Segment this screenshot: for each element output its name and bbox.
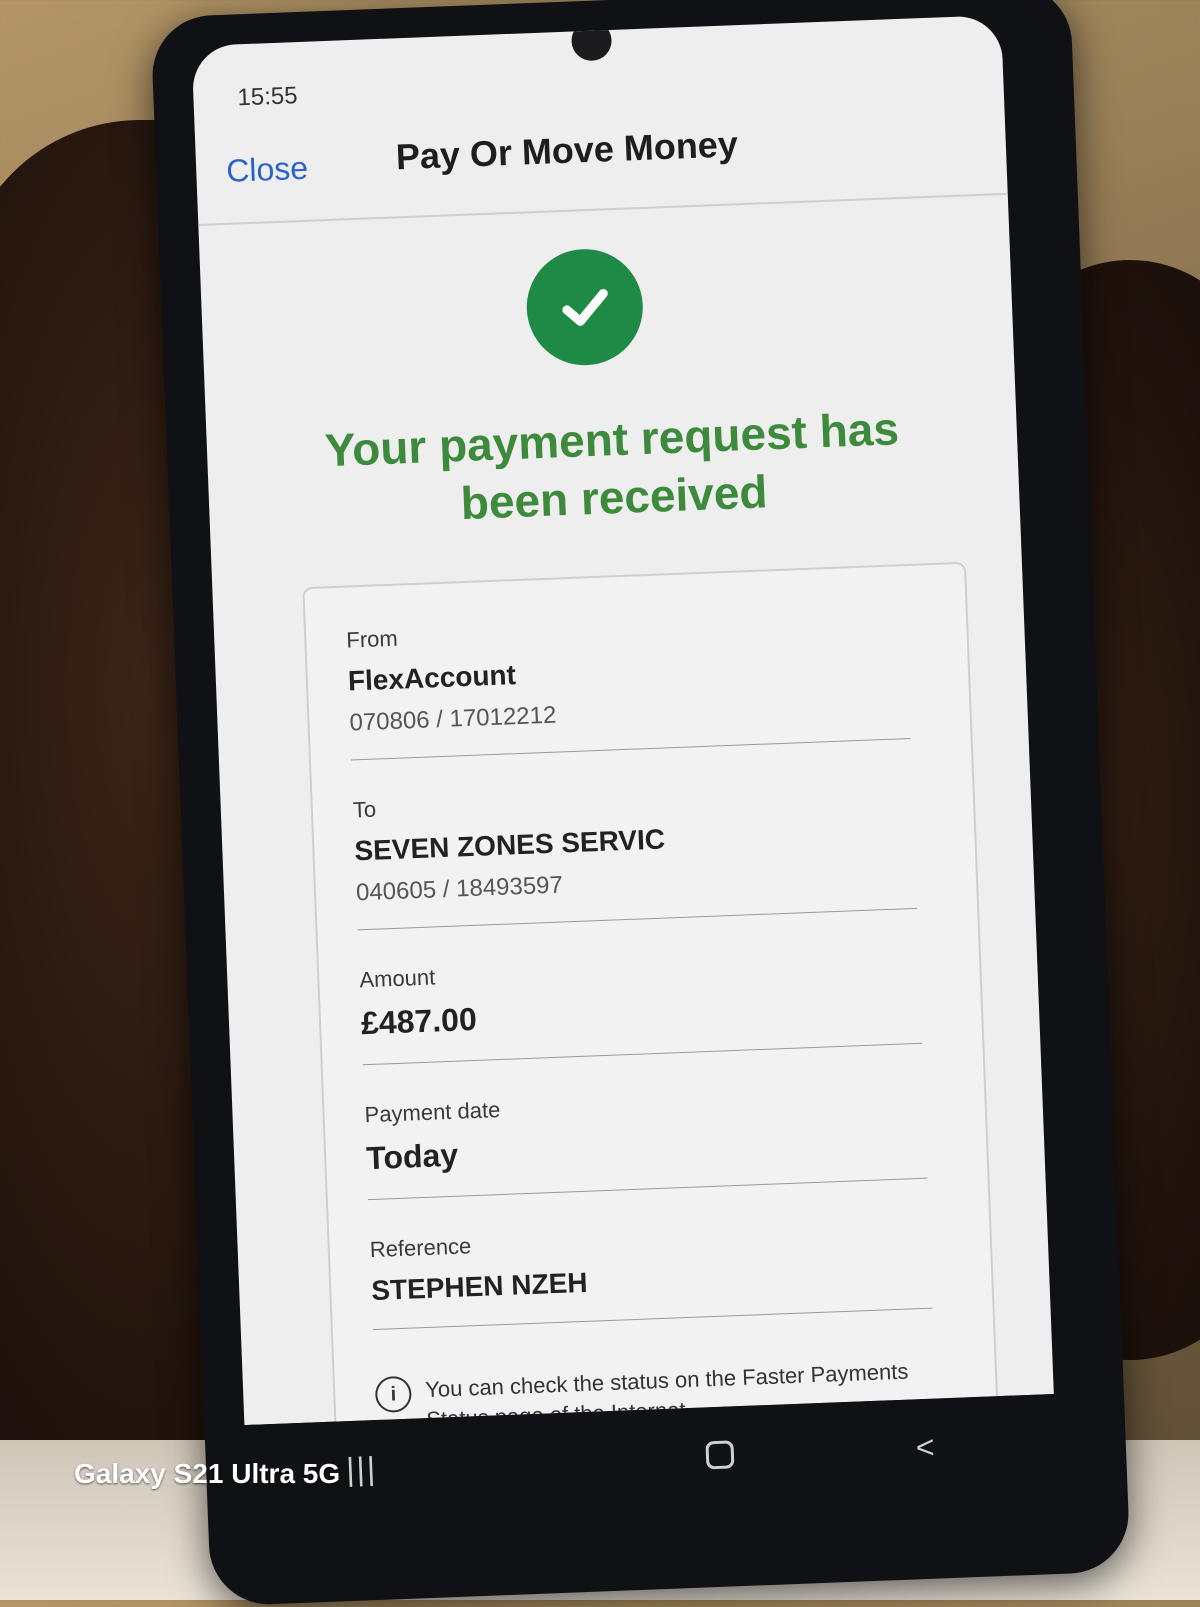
phone-screen: 15:55 Close Pay Or Move Money Your payme… — [191, 15, 1054, 1426]
from-account-name: FlexAccount — [347, 659, 517, 697]
divider — [357, 907, 918, 931]
amount-value: £487.00 — [360, 1000, 478, 1042]
reference-value: STEPHEN NZEH — [370, 1266, 589, 1307]
divider — [372, 1307, 933, 1331]
divider — [350, 738, 911, 761]
camera-watermark: Galaxy S21 Ultra 5G — [74, 1458, 341, 1489]
back-icon[interactable]: < — [915, 1429, 935, 1467]
close-button[interactable]: Close — [226, 150, 309, 190]
from-account-number: 070806 / 17012212 — [349, 701, 557, 737]
confirmation-headline: Your payment request has been received — [323, 402, 900, 530]
reference-section: Reference STEPHEN NZEH — [369, 1215, 952, 1331]
page-title: Pay Or Move Money — [395, 123, 739, 178]
phone: 15:55 Close Pay Or Move Money Your payme… — [150, 0, 1131, 1607]
front-camera — [570, 19, 613, 62]
amount-section: Amount £487.00 — [359, 945, 942, 1066]
info-icon: i — [374, 1375, 413, 1414]
payment-details-card: From FlexAccount 070806 / 17012212 To SE… — [302, 561, 1001, 1426]
recents-icon[interactable]: ||| — [346, 1450, 378, 1488]
home-icon[interactable] — [705, 1440, 735, 1470]
divider — [362, 1042, 923, 1066]
from-section: From FlexAccount 070806 / 17012212 — [346, 605, 931, 761]
payment-date-section: Payment date Today — [364, 1080, 947, 1201]
to-section: To SEVEN ZONES SERVIC 040605 / 18493597 — [352, 775, 937, 931]
payment-date-value: Today — [365, 1136, 459, 1177]
divider — [367, 1177, 928, 1201]
to-payee-name: SEVEN ZONES SERVIC — [353, 823, 666, 867]
to-account-number: 040605 / 18493597 — [355, 871, 564, 907]
status-time: 15:55 — [236, 82, 299, 112]
check-icon — [524, 247, 645, 368]
app-header: Close Pay Or Move Money — [194, 92, 1008, 226]
